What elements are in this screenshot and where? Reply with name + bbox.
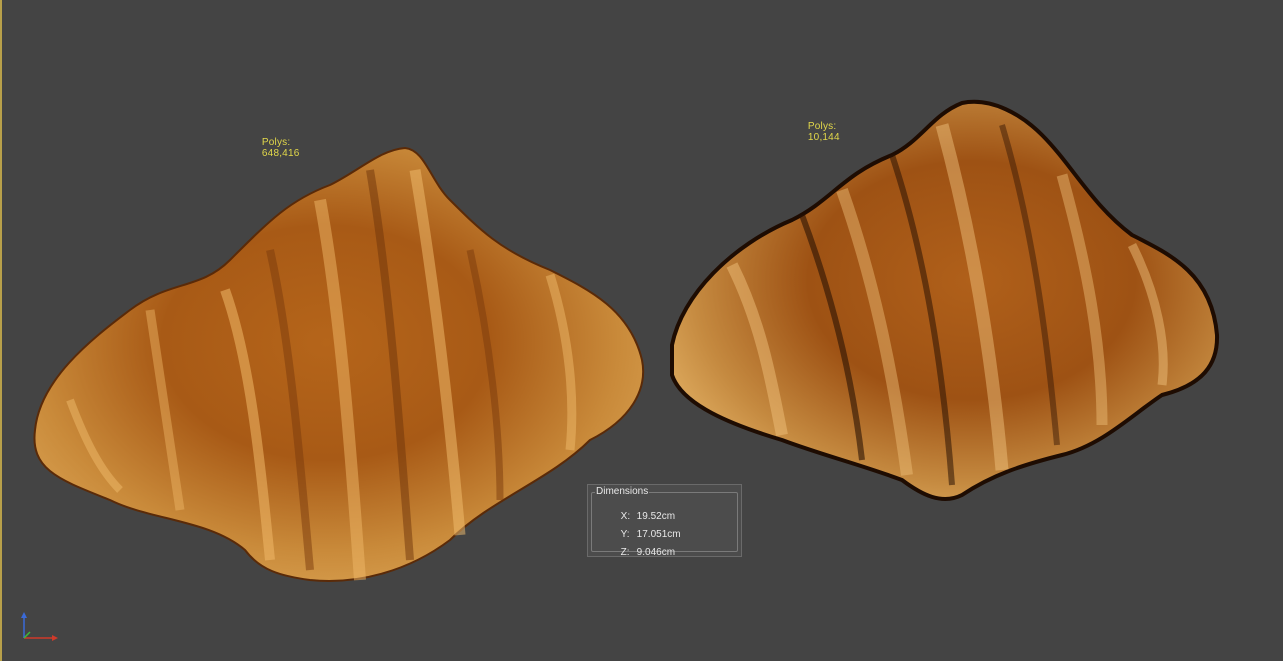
- dimension-z-label: Z:: [620, 547, 630, 558]
- croissant-model-low-poly[interactable]: [662, 95, 1222, 505]
- dimension-z-row: Z: 9.046cm: [604, 536, 675, 569]
- dimension-z-value: 9.046cm: [636, 547, 676, 558]
- dimensions-panel: Dimensions X: 19.52cm Y: 17.051cm Z: 9.046c…: [587, 484, 742, 558]
- croissant-model-high-poly[interactable]: [30, 140, 650, 590]
- 3d-viewport[interactable]: Polys: 648,416 Polys: 10,144 Dimensions …: [0, 0, 1283, 661]
- axis-gizmo-icon: [21, 612, 58, 641]
- dimensions-title: Dimensions: [595, 486, 650, 497]
